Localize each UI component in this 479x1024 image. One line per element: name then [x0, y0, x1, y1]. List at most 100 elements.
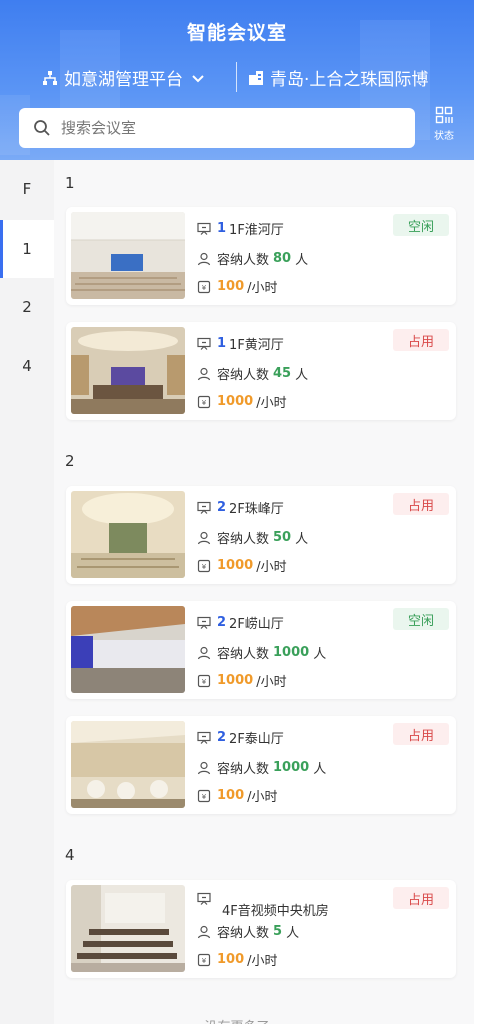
room-card[interactable]: 2 2F珠峰厅 容纳人数 50 人 ¥ 1000 /小时 占用 [66, 486, 456, 584]
svg-text:¥: ¥ [202, 399, 207, 407]
selector-row: 如意湖管理平台 青岛·上合之珠国际博 [0, 62, 474, 94]
capacity-unit: 人 [313, 647, 327, 662]
room-name: 2F崂山厅 [229, 617, 284, 632]
price-value: 100 [217, 952, 245, 967]
price-value: 100 [217, 279, 245, 294]
meeting-board-icon [197, 731, 211, 744]
meeting-board-icon [197, 222, 211, 235]
price-unit: /小时 [247, 790, 278, 805]
capacity-unit: 人 [295, 532, 309, 547]
price-unit: /小时 [256, 396, 287, 411]
header: 智能会议室 如意湖管理平台 青岛·上合之珠国际博 搜索会议室 状态 [0, 0, 474, 160]
sidebar-item-1[interactable]: 1 [0, 220, 54, 278]
search-input[interactable] [61, 119, 381, 137]
page-title: 智能会议室 [186, 22, 287, 44]
room-name: 2F泰山厅 [229, 732, 284, 747]
sidebar-item-label: 2 [22, 298, 32, 316]
price-value: 1000 [217, 394, 254, 409]
price-value: 1000 [217, 558, 254, 573]
room-thumbnail [71, 327, 185, 414]
sidebar-item-label: 1 [22, 240, 32, 258]
person-icon [197, 367, 211, 380]
meeting-board-icon [197, 337, 211, 350]
sidebar-item-4[interactable]: 4 [0, 337, 54, 395]
status-badge: 占用 [393, 329, 449, 351]
person-icon [197, 646, 211, 659]
price-row: ¥ 1000 /小时 [197, 392, 287, 411]
room-name-row: 2 2F珠峰厅 [197, 498, 284, 517]
room-card[interactable]: 4F音视频中央机房 容纳人数 5 人 ¥ 100 /小时 占用 [66, 880, 456, 978]
person-icon [197, 761, 211, 774]
room-card[interactable]: 2 2F泰山厅 容纳人数 1000 人 ¥ 100 /小时 占用 [66, 716, 456, 814]
capacity-label: 容纳人数 [217, 762, 270, 777]
room-list: 1 1 1F淮河厅 容纳人数 80 人 ¥ 100 /小时 空闲 1 1F黄河厅… [54, 160, 474, 1024]
room-card[interactable]: 1 1F淮河厅 容纳人数 80 人 ¥ 100 /小时 空闲 [66, 207, 456, 305]
room-name: 2F珠峰厅 [229, 502, 284, 517]
capacity-label: 容纳人数 [217, 926, 270, 941]
capacity-value: 5 [273, 924, 283, 939]
meeting-board-icon [197, 616, 211, 629]
capacity-value: 1000 [273, 760, 310, 775]
status-badge: 占用 [393, 493, 449, 515]
price-unit: /小时 [247, 281, 278, 296]
capacity-label: 容纳人数 [217, 647, 270, 662]
grid-filter-icon [435, 106, 453, 124]
room-thumbnail [71, 606, 185, 693]
price-row: ¥ 1000 /小时 [197, 556, 287, 575]
group-title: 1 [65, 174, 75, 192]
platform-selector[interactable]: 如意湖管理平台 [42, 65, 205, 90]
capacity-value: 1000 [273, 645, 310, 660]
svg-text:¥: ¥ [202, 678, 207, 686]
person-icon [197, 252, 211, 265]
capacity-unit: 人 [286, 926, 300, 941]
platform-label: 如意湖管理平台 [64, 70, 183, 90]
sidebar-item-2[interactable]: 2 [0, 278, 54, 336]
status-button[interactable]: 状态 [426, 106, 462, 150]
svg-text:¥: ¥ [202, 563, 207, 571]
room-name-row: 4F音视频中央机房 [219, 900, 329, 919]
room-name-row: 2 2F泰山厅 [197, 728, 284, 747]
location-label: 青岛·上合之珠国际博 [270, 70, 429, 90]
person-icon [197, 925, 211, 938]
price-row: ¥ 100 /小时 [197, 277, 278, 296]
location-selector[interactable]: 青岛·上合之珠国际博 [248, 65, 442, 90]
capacity-row: 容纳人数 50 人 [197, 528, 308, 547]
status-label: 状态 [434, 131, 454, 142]
price-row: ¥ 100 /小时 [197, 786, 278, 805]
capacity-unit: 人 [295, 368, 309, 383]
floor-sidebar: F 1 2 4 [0, 160, 54, 1024]
price-value: 1000 [217, 673, 254, 688]
price-tag-icon: ¥ [197, 559, 211, 572]
capacity-label: 容纳人数 [217, 253, 270, 268]
floor-number: 2 [217, 500, 227, 515]
capacity-row: 容纳人数 45 人 [197, 364, 308, 383]
price-row: ¥ 1000 /小时 [197, 671, 287, 690]
room-card[interactable]: 1 1F黄河厅 容纳人数 45 人 ¥ 1000 /小时 占用 [66, 322, 456, 420]
sidebar-item-f[interactable]: F [0, 160, 54, 218]
room-name: 4F音视频中央机房 [222, 904, 329, 919]
capacity-row: 容纳人数 80 人 [197, 249, 308, 268]
price-tag-icon: ¥ [197, 395, 211, 408]
price-value: 100 [217, 788, 245, 803]
price-tag-icon: ¥ [197, 789, 211, 802]
room-name-row: 2 2F崂山厅 [197, 613, 284, 632]
sidebar-item-label: 4 [22, 357, 32, 375]
floor-number: 1 [217, 336, 227, 351]
price-tag-icon: ¥ [197, 280, 211, 293]
sidebar-item-label: F [22, 180, 32, 198]
capacity-value: 50 [273, 530, 292, 545]
price-unit: /小时 [256, 675, 287, 690]
group-title: 2 [65, 452, 75, 470]
room-thumbnail [71, 491, 185, 578]
room-thumbnail [71, 721, 185, 808]
group-title: 4 [65, 846, 75, 864]
capacity-unit: 人 [313, 762, 327, 777]
search-bar[interactable] [19, 108, 415, 148]
chevron-down-icon [192, 74, 204, 82]
price-unit: /小时 [247, 954, 278, 969]
capacity-label: 容纳人数 [217, 532, 270, 547]
search-icon [34, 120, 50, 136]
room-card[interactable]: 2 2F崂山厅 容纳人数 1000 人 ¥ 1000 /小时 空闲 [66, 601, 456, 699]
page-edge [474, 0, 479, 1024]
room-thumbnail [71, 885, 185, 972]
